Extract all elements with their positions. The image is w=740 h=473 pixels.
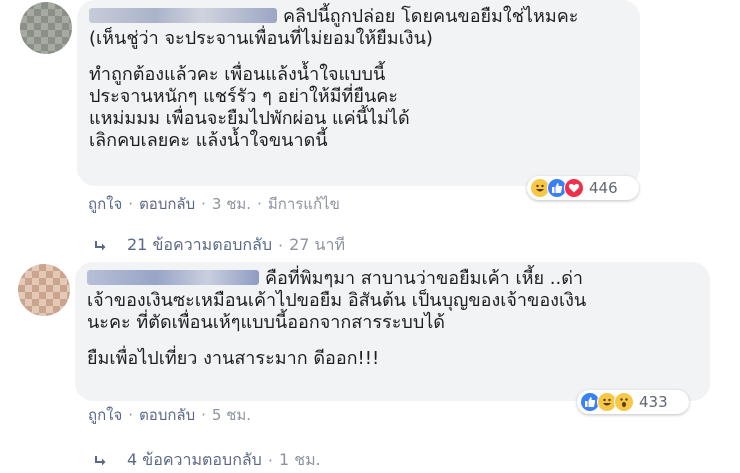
- author-name-blurred[interactable]: [89, 8, 277, 23]
- replies-time: 27 นาที: [289, 235, 346, 254]
- view-replies-link[interactable]: 21 ข้อความตอบกลับ · 27 นาที: [93, 233, 345, 258]
- comment-time[interactable]: 3 ชม.: [212, 192, 251, 216]
- comment-bubble: คลิปนี้ถูกปล่อย โดยคนขอยืมใช่ไหมคะ (เห็น…: [77, 0, 640, 186]
- author-name-blurred[interactable]: [87, 270, 259, 285]
- like-link[interactable]: ถูกใจ: [88, 192, 122, 216]
- comment-actions: ถูกใจ · ตอบกลับ · 3 ชม. · มีการแก้ไข: [88, 192, 340, 216]
- comment-paragraph-1: คือที่พิมๆมา สาบานว่าขอยืมเค้า เหี้ย ..ด…: [87, 268, 698, 334]
- comment-text: (เห็นชู่ว่า จะประจานเพื่อนที่ไม่ยอมให้ยื…: [89, 28, 433, 49]
- reply-link[interactable]: ตอบกลับ: [139, 403, 195, 427]
- edited-label[interactable]: มีการแก้ไข: [268, 192, 340, 216]
- reply-link[interactable]: ตอบกลับ: [139, 192, 195, 216]
- like-link[interactable]: ถูกใจ: [88, 403, 122, 427]
- separator-dot: ·: [278, 236, 284, 255]
- separator-dot: ·: [257, 195, 262, 213]
- replies-count-label: 4 ข้อความตอบกลับ: [127, 450, 262, 469]
- separator-dot: ·: [128, 406, 134, 424]
- reply-arrow-icon: [95, 455, 106, 465]
- reactions-summary[interactable]: 433: [577, 390, 689, 414]
- reaction-count: 446: [589, 179, 618, 197]
- comment-text-first-line: คลิปนี้ถูกปล่อย โดยคนขอยืมใช่ไหมคะ: [283, 6, 579, 27]
- comment-bubble: คือที่พิมๆมา สาบานว่าขอยืมเค้า เหี้ย ..ด…: [75, 262, 710, 401]
- comment-actions: ถูกใจ · ตอบกลับ · 5 ชม.: [88, 403, 251, 427]
- avatar[interactable]: [20, 2, 72, 54]
- comment-paragraph-1: คลิปนี้ถูกปล่อย โดยคนขอยืมใช่ไหมคะ (เห็น…: [89, 6, 628, 50]
- love-icon: [564, 178, 584, 198]
- comment-text-first-line: คือที่พิมๆมา สาบานว่าขอยืมเค้า เหี้ย ..ด…: [265, 268, 584, 289]
- wow-icon: [614, 392, 634, 412]
- comment-text: เจ้าของเงินซะเหมือนเค้าไปขอยืม อิสันต้น …: [87, 290, 587, 333]
- separator-dot: ·: [201, 195, 206, 213]
- reply-arrow-icon: [95, 240, 106, 250]
- separator-dot: ·: [201, 406, 206, 424]
- reaction-count: 433: [639, 393, 668, 411]
- separator-dot: ·: [267, 451, 273, 470]
- avatar[interactable]: [18, 264, 70, 316]
- reactions-summary[interactable]: 446: [527, 176, 639, 200]
- comment-time[interactable]: 5 ชม.: [212, 403, 251, 427]
- comment-paragraph-2: ยืมเพื่อไปเที่ยว งานสาระมาก ดีออก!!!: [87, 348, 380, 369]
- view-replies-link[interactable]: 4 ข้อความตอบกลับ · 1 ชม.: [93, 448, 321, 473]
- separator-dot: ·: [128, 195, 134, 213]
- comment-paragraph-2: ทำถูกต้องแล้วคะ เพื่อนแล้งน้ำใจแบบนี้ ปร…: [89, 64, 410, 151]
- replies-count-label: 21 ข้อความตอบกลับ: [127, 235, 273, 254]
- replies-time: 1 ชม.: [278, 450, 321, 469]
